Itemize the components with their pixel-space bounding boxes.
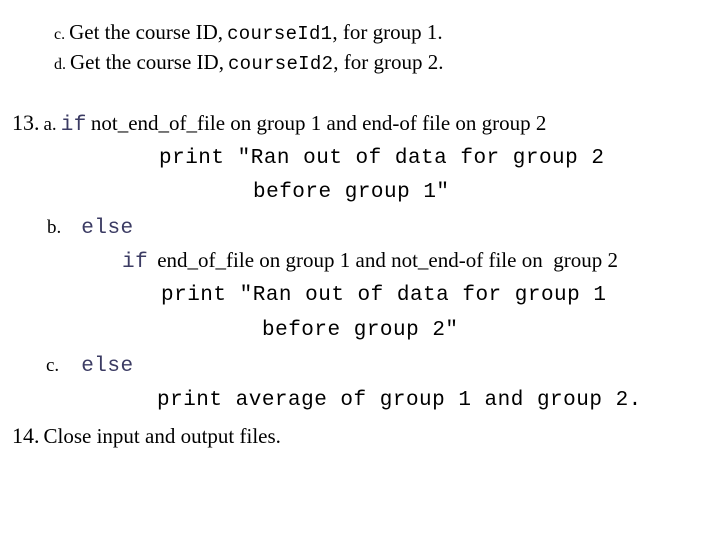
condition-row-13b: if end_of_file on group 1 and not_end-of … <box>122 248 618 274</box>
item-12c-text-after: , for group 1. <box>332 20 443 44</box>
list-number-14: 14. <box>12 423 40 448</box>
print-statement-13b-line1: print "Ran out of data for group 1 <box>161 284 607 307</box>
list-marker-13c: c. <box>46 355 60 376</box>
list-item-13a: 13. a. if not_end_of_file on group 1 and… <box>12 110 547 137</box>
item-14-text: Close input and output files. <box>43 424 281 448</box>
list-marker-13a: a. <box>43 114 57 135</box>
list-number-13: 13. <box>12 110 40 135</box>
list-item-12c: c. Get the course ID, courseId1, for gro… <box>54 22 443 44</box>
item-12d-text-after: , for group 2. <box>333 50 444 74</box>
item-12c-text-before: Get the course ID, <box>69 20 224 44</box>
item-12d-code: courseId2 <box>227 53 334 75</box>
condition-13a: not_end_of_file on group 1 and end-of fi… <box>90 111 547 135</box>
print-statement-13a-line1: print "Ran out of data for group 2 <box>159 147 605 170</box>
print-statement-13b-line2: before group 2" <box>262 319 459 342</box>
print-statement-13c-line1: print average of group 1 and group 2. <box>157 389 642 412</box>
list-item-12d: d. Get the course ID, courseId2, for gro… <box>54 52 444 74</box>
keyword-if-13a: if <box>60 114 87 137</box>
list-item-14: 14. Close input and output files. <box>12 425 281 447</box>
item-12c-code: courseId1 <box>227 23 333 45</box>
keyword-else-13b: else <box>81 217 134 240</box>
slide-canvas: c. Get the course ID, courseId1, for gro… <box>0 0 720 540</box>
list-item-13b: b. else <box>47 218 134 239</box>
item-12d-text-before: Get the course ID, <box>70 50 224 74</box>
keyword-if-13b: if <box>122 251 149 274</box>
list-marker-12c: c. <box>54 26 66 43</box>
list-marker-13b: b. <box>47 217 62 238</box>
keyword-else-13c: else <box>81 355 134 378</box>
print-statement-13a-line2: before group 1" <box>253 181 450 204</box>
list-item-13c: c. else <box>46 356 134 377</box>
list-marker-12d: d. <box>54 56 66 73</box>
condition-13b: end_of_file on group 1 and not_end-of fi… <box>157 248 618 272</box>
